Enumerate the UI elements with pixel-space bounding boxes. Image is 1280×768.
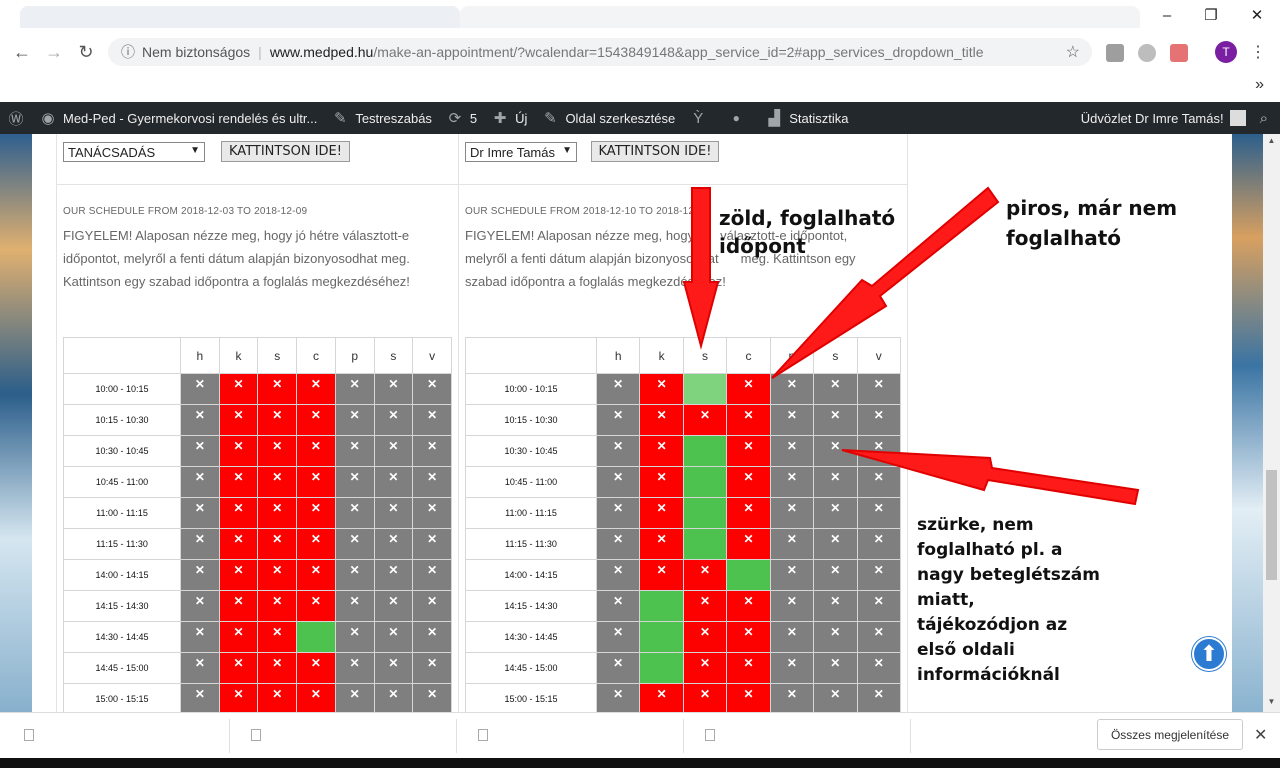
scroll-to-top-icon[interactable]: ⬆ (1192, 637, 1226, 671)
file-icon (478, 729, 488, 741)
green-annotation: zöld, foglalható időpont (719, 204, 895, 260)
scrollbar[interactable] (1263, 134, 1280, 712)
grey-annotation: szürke, nem foglalható pl. a nagy betegl… (917, 513, 1100, 688)
show-all-downloads-button[interactable]: Összes megjelenítése (1097, 719, 1243, 750)
annotation-line: miatt, (917, 590, 975, 610)
annotation-line: foglalható (1006, 226, 1121, 250)
annotation-line: foglalható pl. a (917, 540, 1063, 560)
green-arrow (682, 187, 720, 350)
taskbar (0, 758, 1280, 768)
grey-arrow (841, 449, 1140, 506)
annotation-line: információknál (917, 665, 1060, 685)
close-download-bar-icon[interactable]: ✕ (1254, 725, 1267, 745)
file-icon (24, 729, 34, 741)
file-icon (705, 729, 715, 741)
annotation-line: időpont (719, 234, 806, 258)
download-item[interactable] (685, 719, 911, 753)
annotation-line: szürke, nem (917, 515, 1034, 535)
download-bar (0, 712, 1280, 758)
scrollbar-thumb[interactable] (1266, 470, 1277, 580)
download-item[interactable] (231, 719, 457, 753)
download-item[interactable] (458, 719, 684, 753)
annotation-line: zöld, foglalható (719, 206, 896, 230)
download-item[interactable] (4, 719, 230, 753)
annotation-line: első oldali (917, 640, 1015, 660)
file-icon (251, 729, 261, 741)
annotation-line: piros, már nem (1006, 196, 1178, 220)
annotation-line: tájékozódjon az (917, 615, 1068, 635)
annotation-line: nagy beteglétszám (917, 565, 1100, 585)
scroll-down-icon[interactable]: ▼ (1265, 697, 1278, 709)
red-annotation: piros, már nem foglalható (1006, 193, 1177, 253)
scroll-up-icon[interactable]: ▲ (1265, 136, 1278, 148)
